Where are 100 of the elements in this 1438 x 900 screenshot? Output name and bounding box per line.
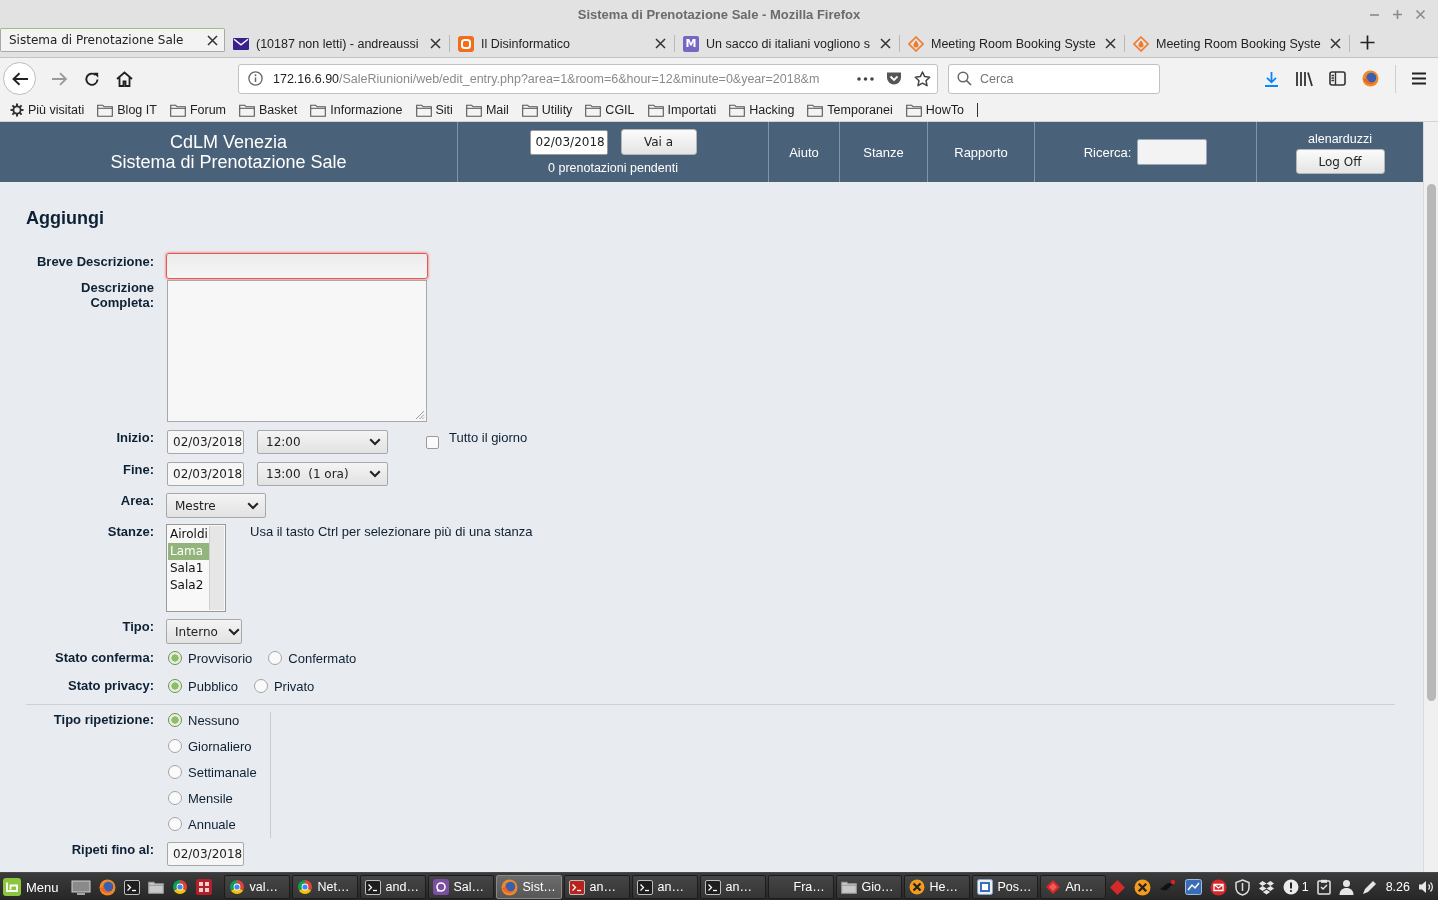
- date-field[interactable]: 02/03/2018: [167, 462, 244, 486]
- time-select[interactable]: 12:00: [257, 430, 388, 454]
- goto-button[interactable]: Vai a: [620, 129, 697, 155]
- grid-app-icon[interactable]: [195, 879, 212, 895]
- date-field[interactable]: 02/03/2018: [167, 430, 244, 454]
- sidebar-icon[interactable]: [1329, 71, 1346, 86]
- bookmark-item[interactable]: Blog IT: [97, 103, 157, 117]
- close-icon[interactable]: [430, 38, 441, 49]
- scrollbar-thumb[interactable]: [1426, 184, 1436, 701]
- checkbox[interactable]: [426, 435, 439, 449]
- radio-label[interactable]: Privato: [273, 678, 315, 694]
- close-icon[interactable]: [207, 34, 218, 46]
- info-icon[interactable]: [248, 71, 263, 86]
- bookmark-item[interactable]: Siti: [415, 103, 453, 117]
- user-name[interactable]: alenarduzzi: [1308, 132, 1372, 146]
- bookmark-item[interactable]: Importati: [647, 103, 717, 117]
- reload-icon[interactable]: [84, 70, 100, 87]
- listbox-scrollbar[interactable]: [209, 526, 224, 610]
- clipboard-icon[interactable]: [1316, 879, 1331, 895]
- taskbar-window-button[interactable]: Fra…: [767, 875, 834, 899]
- person-icon[interactable]: [1338, 879, 1354, 895]
- radio-button[interactable]: [168, 713, 182, 727]
- date-field[interactable]: 02/03/2018: [529, 129, 608, 155]
- checkbox-label[interactable]: Tutto il giorno: [449, 430, 528, 445]
- browser-tab[interactable]: Sistema di Prenotazione Sale: [0, 28, 225, 52]
- radio-label[interactable]: Annuale: [188, 816, 236, 832]
- search-field[interactable]: Cerca: [948, 63, 1160, 94]
- diamond-icon[interactable]: [1108, 878, 1126, 896]
- bookmark-item[interactable]: Hacking: [729, 103, 795, 117]
- taskbar-window-button[interactable]: Pos…: [971, 875, 1038, 899]
- bookmark-item[interactable]: Informazione: [310, 103, 403, 117]
- bookmark-item[interactable]: Forum: [169, 103, 226, 117]
- close-icon[interactable]: [880, 38, 891, 49]
- maximize-icon[interactable]: [1392, 8, 1403, 20]
- more-dots-icon[interactable]: [857, 76, 874, 81]
- nav-link[interactable]: Aiuto: [769, 144, 839, 160]
- resize-grip-icon[interactable]: [414, 409, 425, 420]
- room-listbox[interactable]: Airoldi Lama Sala1 Sala2: [166, 524, 226, 612]
- mail-badge-icon[interactable]: [1209, 878, 1227, 896]
- logout-button[interactable]: Log Off: [1295, 149, 1385, 174]
- radio-label[interactable]: Giornaliero: [188, 738, 252, 754]
- radio-button[interactable]: [268, 651, 283, 665]
- taskbar-window-button[interactable]: an…: [631, 875, 698, 899]
- system-title[interactable]: Sistema di Prenotazione Sale: [110, 152, 347, 172]
- radio-button[interactable]: [168, 679, 182, 693]
- radio-button[interactable]: [168, 739, 182, 753]
- listbox-option[interactable]: Airoldi: [168, 526, 209, 543]
- radio-label[interactable]: Settimanale: [188, 764, 257, 780]
- back-button[interactable]: [3, 62, 36, 95]
- home-icon[interactable]: [116, 70, 133, 87]
- radio-button[interactable]: [168, 765, 182, 779]
- radio-button[interactable]: [253, 679, 268, 693]
- download-icon[interactable]: [1264, 70, 1279, 87]
- listbox-option[interactable]: Sala1: [168, 560, 209, 577]
- taskbar-window-button[interactable]: Net…: [291, 875, 358, 899]
- bookmark-item[interactable]: Utility: [521, 103, 573, 117]
- pending-bookings-link[interactable]: 0 prenotazioni pendenti: [548, 161, 678, 175]
- address-bar[interactable]: 172.16.6.90/SaleRiunioni/web/edit_entry.php?area=1&room=6&hour=12&minute=0&year=2018&m: [238, 63, 938, 94]
- desktop-icon[interactable]: [70, 879, 91, 895]
- time-select[interactable]: 13:00 (1 ora): [257, 462, 388, 486]
- taskbar-window-button[interactable]: He…: [903, 875, 970, 899]
- browser-tab[interactable]: (10187 non letti) - andreaussi: [225, 28, 450, 57]
- taskbar-window-button[interactable]: val…: [223, 875, 290, 899]
- url-text[interactable]: 172.16.6.90/SaleRiunioni/web/edit_entry.php?area=1&room=6&hour=12&minute=0&year=2018&m: [273, 71, 847, 86]
- close-icon[interactable]: [655, 38, 666, 49]
- type-select[interactable]: Interno: [166, 619, 242, 644]
- radio-button[interactable]: [168, 651, 182, 665]
- monitor-app-icon[interactable]: [1184, 879, 1202, 895]
- browser-tab[interactable]: Meeting Room Booking Syste: [1125, 28, 1350, 57]
- scrollbar[interactable]: [1423, 122, 1438, 872]
- cross-circle-icon[interactable]: [1133, 878, 1151, 896]
- listbox-option[interactable]: Sala2: [168, 577, 209, 594]
- taskbar-window-button[interactable]: Sal…: [427, 875, 494, 899]
- radio-label[interactable]: Nessuno: [188, 712, 240, 728]
- radio-button[interactable]: [168, 791, 182, 805]
- menu-icon[interactable]: [1412, 72, 1426, 85]
- menu-button[interactable]: Menu: [3, 874, 65, 900]
- search-input[interactable]: [1137, 139, 1208, 165]
- taskbar-window-button[interactable]: an…: [699, 875, 766, 899]
- input-field[interactable]: [166, 253, 428, 279]
- bookmark-item[interactable]: Più visitati: [10, 103, 85, 117]
- taskbar-window-button[interactable]: and…: [359, 875, 426, 899]
- taskbar-window-button[interactable]: An…: [1039, 875, 1106, 899]
- area-select[interactable]: Mestre: [166, 493, 266, 518]
- pen-icon[interactable]: [1361, 879, 1378, 895]
- bookmark-item[interactable]: Basket: [239, 103, 298, 117]
- plus-icon[interactable]: [1360, 35, 1375, 50]
- browser-tab[interactable]: M Un sacco di italiani vogliono s: [675, 28, 900, 57]
- date-field[interactable]: 02/03/2018: [167, 842, 244, 866]
- bookmark-item[interactable]: Temporanei: [807, 103, 893, 117]
- pocket-icon[interactable]: [886, 71, 902, 86]
- browser-tab[interactable]: Il Disinformatico: [450, 28, 675, 57]
- close-icon[interactable]: [1330, 38, 1341, 49]
- organization-name[interactable]: CdLM Venezia: [169, 132, 288, 152]
- alert-icon[interactable]: [1282, 879, 1299, 895]
- open-box-icon[interactable]: [1257, 879, 1275, 895]
- library-icon[interactable]: [1295, 70, 1313, 87]
- taskbar-window-button[interactable]: Gio…: [835, 875, 902, 899]
- star-icon[interactable]: [914, 70, 931, 87]
- clock[interactable]: 8.26: [1385, 880, 1410, 894]
